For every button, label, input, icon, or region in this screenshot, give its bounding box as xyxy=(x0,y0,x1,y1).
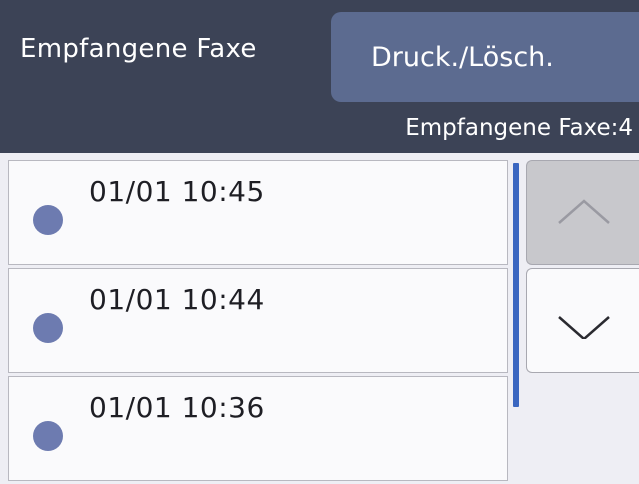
fax-timestamp: 01/01 10:44 xyxy=(89,283,265,316)
chevron-up-icon xyxy=(558,199,610,224)
unread-dot-icon xyxy=(33,313,63,343)
print-delete-button[interactable]: Druck./Lösch. xyxy=(331,12,639,102)
header-bar: Empfangene Faxe Druck./Lösch. Empfangene… xyxy=(0,0,639,153)
fax-timestamp: 01/01 10:45 xyxy=(89,175,265,208)
received-fax-count: Empfangene Faxe:4 xyxy=(405,115,633,141)
scroll-up-button[interactable] xyxy=(526,160,639,265)
unread-dot-icon xyxy=(33,421,63,451)
fax-list-item[interactable]: 01/01 10:44 xyxy=(8,268,508,373)
scroll-down-button[interactable] xyxy=(526,268,639,373)
page-title: Empfangene Faxe xyxy=(20,34,257,64)
scrollbar[interactable] xyxy=(513,163,519,407)
fax-list-item[interactable]: 01/01 10:36 xyxy=(8,376,508,481)
fax-list-item[interactable]: 01/01 10:45 xyxy=(8,160,508,265)
fax-timestamp: 01/01 10:36 xyxy=(89,391,265,424)
chevron-down-icon xyxy=(558,316,610,339)
unread-dot-icon xyxy=(33,205,63,235)
fax-list-screen: Empfangene Faxe Druck./Lösch. Empfangene… xyxy=(0,0,639,484)
